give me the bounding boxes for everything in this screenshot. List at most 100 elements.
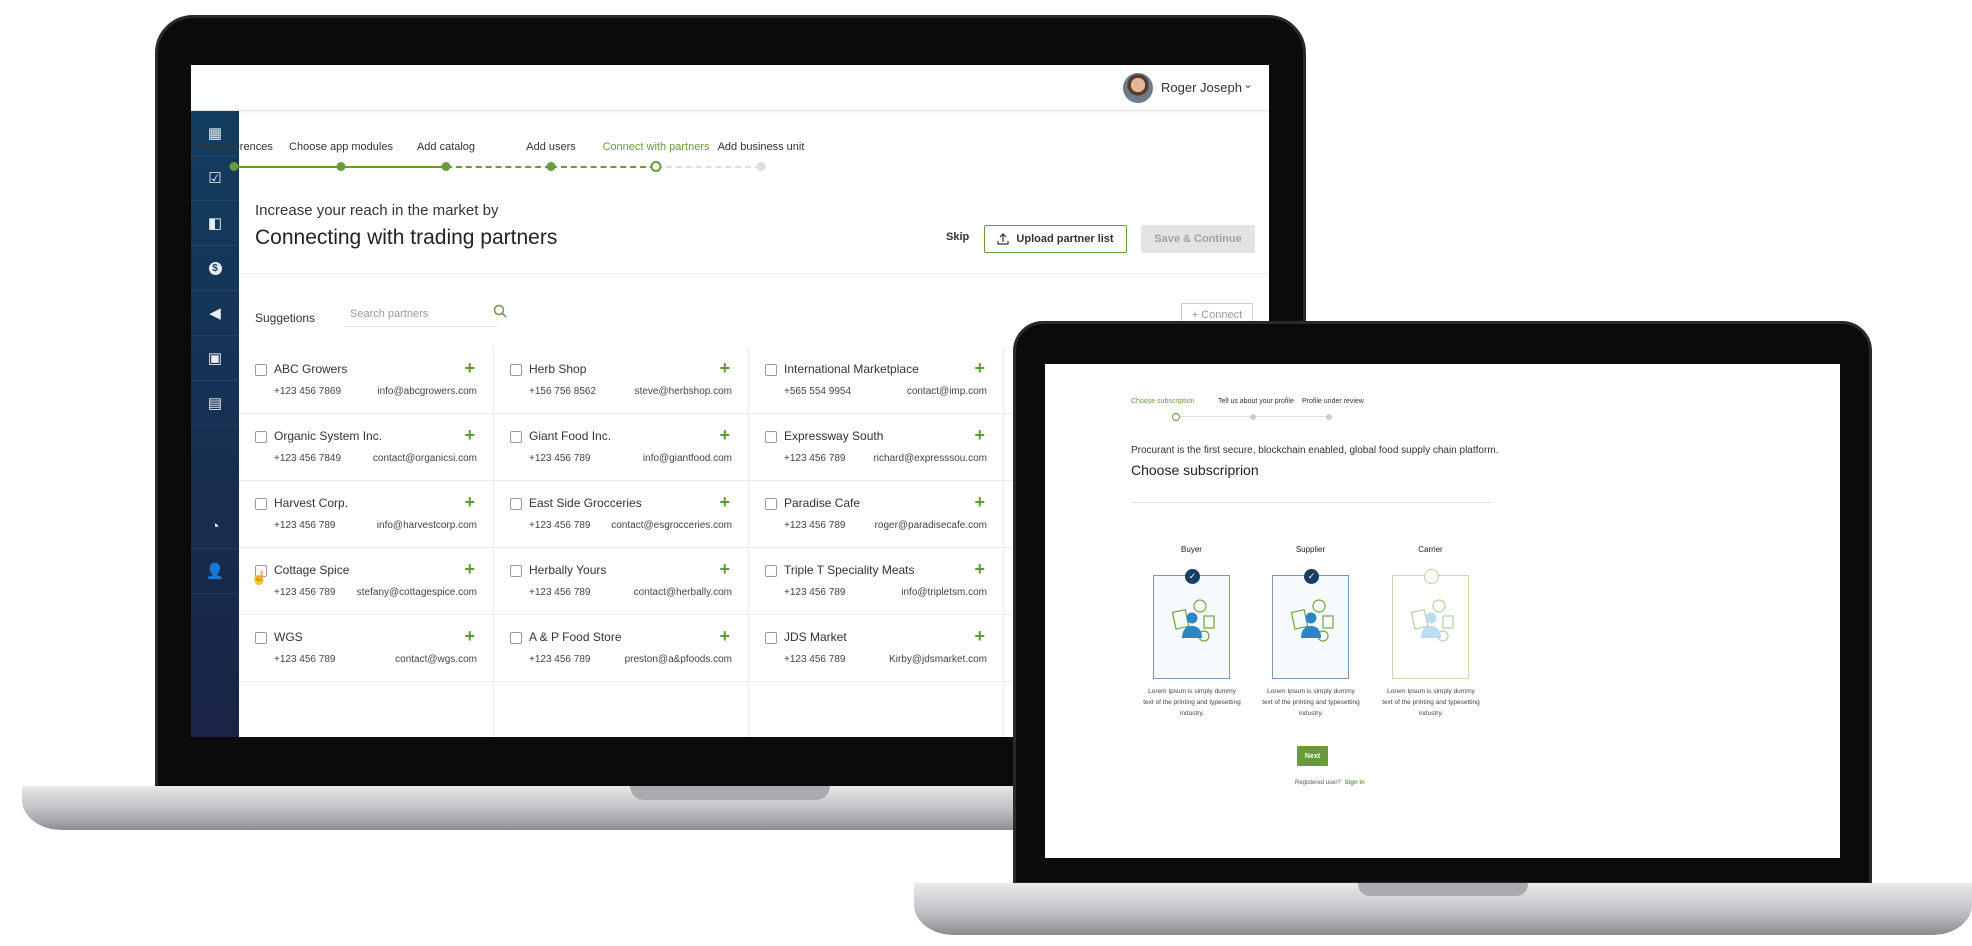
step-dot-pending[interactable] xyxy=(756,162,766,171)
upload-partner-list-button[interactable]: Upload partner list xyxy=(984,225,1127,253)
step-label[interactable]: Choose subscription xyxy=(1131,398,1194,405)
step-dot-pending[interactable] xyxy=(1326,414,1332,420)
user-name[interactable]: Roger Joseph xyxy=(1161,80,1242,95)
add-partner-icon[interactable]: + xyxy=(974,358,985,379)
step-label[interactable]: Add catalog xyxy=(417,141,475,153)
partner-checkbox[interactable] xyxy=(255,632,267,644)
card-description: Lorem Ipsum is simply dummy text of the … xyxy=(1143,688,1241,717)
document-icon[interactable]: ▤ xyxy=(191,381,239,426)
partner-card-partial xyxy=(749,682,1004,737)
add-partner-icon[interactable]: + xyxy=(719,559,730,580)
skip-button[interactable]: Skip xyxy=(946,231,969,243)
partner-checkbox[interactable] xyxy=(765,632,777,644)
partner-email: stefany@cottagespice.com xyxy=(356,587,477,598)
partner-name: Cottage Spice xyxy=(274,563,350,577)
dollar-coin-icon[interactable]: $ xyxy=(191,246,239,291)
add-partner-icon[interactable]: + xyxy=(719,425,730,446)
partner-name: JDS Market xyxy=(784,630,847,644)
partner-phone: +123 456 789 xyxy=(784,654,846,665)
add-partner-icon[interactable]: + xyxy=(464,358,475,379)
partner-email: contact@imp.com xyxy=(906,386,987,397)
step-dot-pending[interactable] xyxy=(1250,414,1256,420)
save-continue-button[interactable]: Save & Continue xyxy=(1141,225,1255,253)
partner-checkbox[interactable] xyxy=(765,431,777,443)
step-dot-current[interactable] xyxy=(650,161,662,172)
step-label[interactable]: Set preferences xyxy=(195,141,273,153)
search-icon[interactable] xyxy=(493,304,507,318)
step-dot-current[interactable] xyxy=(1172,413,1180,421)
add-partner-icon[interactable]: + xyxy=(464,559,475,580)
step-label[interactable]: Add business unit xyxy=(718,141,805,153)
card-title: Carrier xyxy=(1418,545,1443,554)
partner-card: Giant Food Inc. + +123 456 789 info@giantfo… xyxy=(494,414,749,481)
add-partner-icon[interactable]: + xyxy=(464,492,475,513)
add-partner-icon[interactable]: + xyxy=(974,425,985,446)
partner-checkbox[interactable] xyxy=(510,431,522,443)
partner-card: A & P Food Store + +123 456 789 preston@a&p… xyxy=(494,615,749,682)
step-label[interactable]: Profile under review xyxy=(1302,398,1364,405)
user-settings-icon[interactable]: 👤 xyxy=(191,549,239,594)
step-label[interactable]: Connect with partners xyxy=(603,141,710,153)
partner-card: WGS + +123 456 789 contact@wgs.com xyxy=(239,615,494,682)
pie-chart-icon[interactable]: ◔ xyxy=(191,504,239,549)
sign-in-link[interactable]: Sign in xyxy=(1345,780,1365,786)
add-partner-icon[interactable]: + xyxy=(974,626,985,647)
step-dot-done[interactable] xyxy=(229,162,239,171)
page-subtitle: Increase your reach in the market by xyxy=(255,202,499,219)
subscription-card-buyer[interactable]: ✓ xyxy=(1153,569,1230,679)
chevron-down-icon[interactable]: ⌄ xyxy=(1243,77,1253,91)
unchecked-badge-icon[interactable] xyxy=(1424,569,1439,584)
stepper-connector xyxy=(656,166,761,168)
add-partner-icon[interactable]: + xyxy=(974,492,985,513)
registered-user-text: Registered user? xyxy=(1295,780,1341,786)
subscription-card-carrier[interactable] xyxy=(1392,569,1469,679)
step-dot-done[interactable] xyxy=(546,162,556,171)
partner-name: A & P Food Store xyxy=(529,630,622,644)
step-dot-done[interactable] xyxy=(441,162,451,171)
partner-name: ABC Growers xyxy=(274,362,348,376)
partner-checkbox[interactable] xyxy=(510,498,522,510)
partner-email: info@harvestcorp.com xyxy=(376,520,477,531)
add-partner-icon[interactable]: + xyxy=(974,559,985,580)
partner-phone: +123 456 789 xyxy=(529,453,591,464)
partner-checkbox[interactable] xyxy=(510,565,522,577)
step-label[interactable]: Add users xyxy=(526,141,576,153)
wallet-icon[interactable]: ▣ xyxy=(191,336,239,381)
add-partner-icon[interactable]: + xyxy=(464,626,475,647)
partner-card: Expressway South + +123 456 789 richard@exp… xyxy=(749,414,1004,481)
partner-checkbox[interactable] xyxy=(255,498,267,510)
partner-checkbox[interactable] xyxy=(765,364,777,376)
subscription-card-supplier[interactable]: ✓ xyxy=(1272,569,1349,679)
stepper-connector xyxy=(234,166,341,168)
partner-card: Cottage Spice + +123 456 789 stefany@cottag… xyxy=(239,548,494,615)
step-label[interactable]: Choose app modules xyxy=(289,141,393,153)
partner-phone: +123 456 789 xyxy=(784,587,846,598)
partner-card-partial xyxy=(494,682,749,737)
partner-card: Triple T Speciality Meats + +123 456 789 in… xyxy=(749,548,1004,615)
step-dot-done[interactable] xyxy=(336,162,346,171)
shopping-bag-icon[interactable]: ◧ xyxy=(191,201,239,246)
add-partner-icon[interactable]: + xyxy=(719,626,730,647)
search-partners-input[interactable] xyxy=(344,301,497,327)
partner-checkbox[interactable] xyxy=(255,431,267,443)
step-label[interactable]: Tell us about your profile xyxy=(1218,398,1294,405)
add-partner-icon[interactable]: + xyxy=(464,425,475,446)
partner-checkbox[interactable] xyxy=(765,498,777,510)
next-button[interactable]: Next xyxy=(1297,746,1328,766)
divider xyxy=(239,273,1269,274)
partner-name: International Marketplace xyxy=(784,362,919,376)
partner-checkbox[interactable] xyxy=(765,565,777,577)
partner-checkbox[interactable] xyxy=(510,632,522,644)
partner-email: roger@paradisecafe.com xyxy=(874,520,987,531)
avatar[interactable] xyxy=(1123,73,1153,103)
card-description: Lorem Ipsum is simply dummy text of the … xyxy=(1262,688,1360,717)
add-partner-icon[interactable]: + xyxy=(719,358,730,379)
partner-checkbox[interactable] xyxy=(255,364,267,376)
add-partner-icon[interactable]: + xyxy=(719,492,730,513)
check-badge-icon[interactable]: ✓ xyxy=(1304,569,1319,584)
partner-checkbox[interactable] xyxy=(510,364,522,376)
megaphone-icon[interactable]: ◀ xyxy=(191,291,239,336)
partner-email: contact@organicsi.com xyxy=(372,453,477,464)
partner-phone: +565 554 9954 xyxy=(784,386,852,397)
check-badge-icon[interactable]: ✓ xyxy=(1185,569,1200,584)
